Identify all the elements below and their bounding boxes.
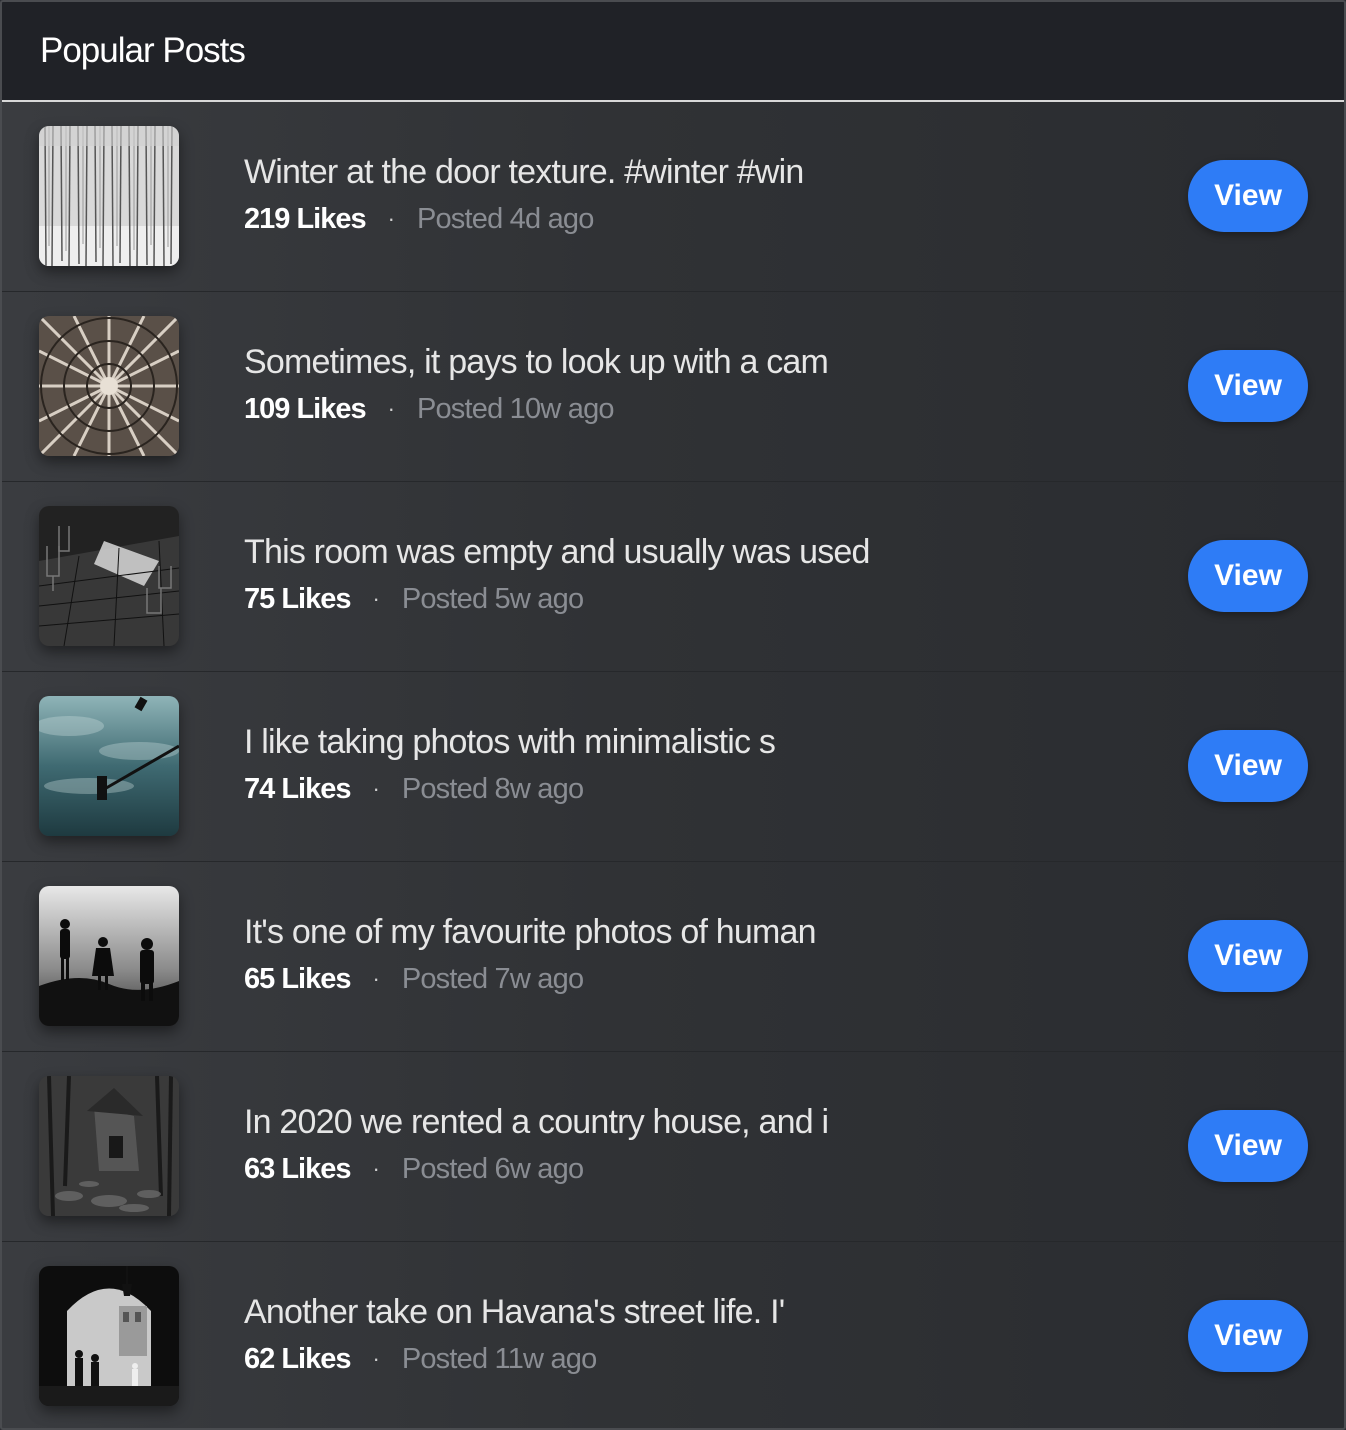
list-item: It's one of my favourite photos of human… [2, 862, 1344, 1052]
likes-count: 65 Likes [244, 963, 351, 995]
meta-separator: · [387, 396, 395, 421]
view-button[interactable]: View [1188, 350, 1308, 422]
post-title: It's one of my favourite photos of human [244, 913, 817, 951]
post-title: Sometimes, it pays to look up with a cam [244, 343, 829, 381]
likes-count: 75 Likes [244, 583, 351, 615]
birch-forest-image [39, 126, 179, 266]
vaulted-ceiling-image [39, 316, 179, 456]
list-item: I like taking photos with minimalistic s… [2, 672, 1344, 862]
post-meta: 63 Likes · Posted 6w ago [244, 1152, 828, 1186]
list-item: Sometimes, it pays to look up with a cam… [2, 292, 1344, 482]
panel-title: Popular Posts [40, 31, 246, 70]
posted-time: Posted 10w ago [416, 393, 615, 425]
traffic-light-sky-image [39, 696, 179, 836]
view-button[interactable]: View [1188, 730, 1308, 802]
post-text: Winter at the door texture. #winter #win… [244, 152, 804, 236]
posted-time: Posted 7w ago [401, 963, 584, 995]
meta-separator: · [372, 966, 380, 991]
posted-time: Posted 6w ago [401, 1153, 584, 1185]
forest-house-image [39, 1076, 179, 1216]
meta-separator: · [387, 206, 395, 231]
likes-count: 62 Likes [244, 1343, 351, 1375]
view-button[interactable]: View [1188, 920, 1308, 992]
list-item: Winter at the door texture. #winter #win… [2, 102, 1344, 292]
posted-time: Posted 8w ago [401, 773, 584, 805]
view-button[interactable]: View [1188, 1110, 1308, 1182]
likes-count: 74 Likes [244, 773, 351, 805]
post-meta: 219 Likes · Posted 4d ago [244, 202, 804, 236]
havana-street-arch-image [39, 1266, 179, 1406]
post-title: I like taking photos with minimalistic s [244, 723, 776, 761]
view-button[interactable]: View [1188, 1300, 1308, 1372]
list-item: In 2020 we rented a country house, and i… [2, 1052, 1344, 1242]
view-button[interactable]: View [1188, 540, 1308, 612]
post-text: Another take on Havana's street life. I'… [244, 1292, 785, 1376]
meta-separator: · [372, 1346, 380, 1371]
post-meta: 109 Likes · Posted 10w ago [244, 392, 828, 426]
post-title: Winter at the door texture. #winter #win [244, 153, 804, 191]
post-text: Sometimes, it pays to look up with a cam… [244, 342, 829, 426]
silhouette-people-image [39, 886, 179, 1026]
likes-count: 109 Likes [244, 393, 367, 425]
posted-time: Posted 4d ago [416, 203, 594, 235]
meta-separator: · [372, 776, 380, 801]
post-meta: 75 Likes · Posted 5w ago [244, 582, 870, 616]
popular-posts-panel: Popular Posts Winter at the door texture… [0, 0, 1346, 1430]
post-text: I like taking photos with minimalistic s… [244, 722, 776, 806]
post-meta: 65 Likes · Posted 7w ago [244, 962, 816, 996]
empty-room-chairs-image [39, 506, 179, 646]
posts-list: Winter at the door texture. #winter #win… [2, 102, 1344, 1428]
post-title: Another take on Havana's street life. I' [244, 1293, 785, 1331]
post-text: This room was empty and usually was used… [244, 532, 870, 616]
view-button[interactable]: View [1188, 160, 1308, 232]
likes-count: 219 Likes [244, 203, 367, 235]
post-title: This room was empty and usually was used [244, 533, 870, 571]
posted-time: Posted 11w ago [401, 1343, 597, 1375]
meta-separator: · [372, 586, 380, 611]
list-item: Another take on Havana's street life. I'… [2, 1242, 1344, 1428]
post-title: In 2020 we rented a country house, and i [244, 1103, 829, 1141]
post-meta: 62 Likes · Posted 11w ago [244, 1342, 784, 1376]
list-item: This room was empty and usually was used… [2, 482, 1344, 672]
panel-header: Popular Posts [2, 2, 1344, 102]
post-text: In 2020 we rented a country house, and i… [244, 1102, 829, 1186]
meta-separator: · [372, 1156, 380, 1181]
post-meta: 74 Likes · Posted 8w ago [244, 772, 775, 806]
likes-count: 63 Likes [244, 1153, 351, 1185]
posted-time: Posted 5w ago [401, 583, 584, 615]
post-text: It's one of my favourite photos of human… [244, 912, 817, 996]
